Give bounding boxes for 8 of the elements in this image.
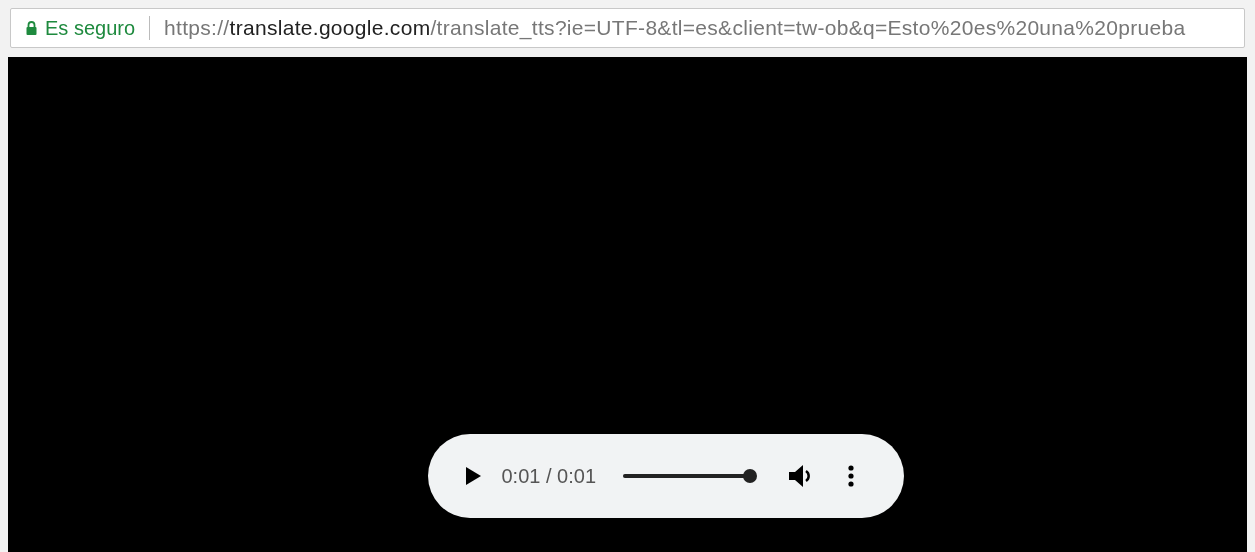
security-label: Es seguro <box>45 16 136 41</box>
more-icon <box>848 465 855 487</box>
progress-slider[interactable] <box>623 468 758 484</box>
address-bar[interactable]: Es seguro https://translate.google.com/translate_tts?ie=UTF-8&tl=es&client=tw-ob&q=Esto%20es%20una%20prueba <box>10 8 1245 48</box>
play-icon <box>464 467 481 485</box>
lock-icon <box>26 21 37 35</box>
url-text[interactable]: https://translate.google.com/translate_tts?ie=UTF-8&tl=es&client=tw-ob&q=Esto%20es%20una%20prueba <box>164 12 1186 44</box>
time-display: 0:01 / 0:01 <box>501 464 597 489</box>
